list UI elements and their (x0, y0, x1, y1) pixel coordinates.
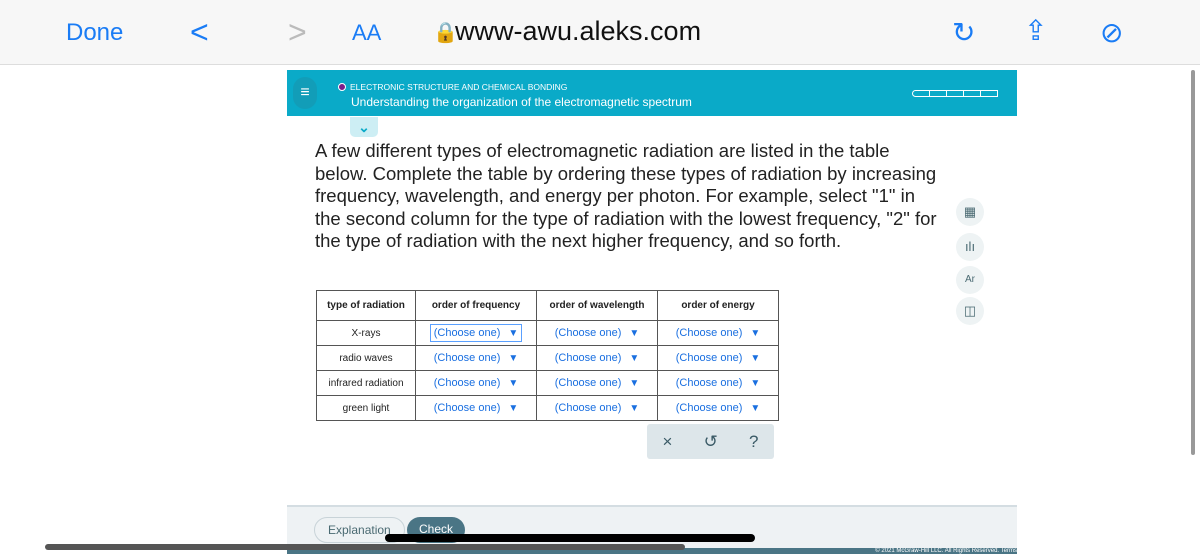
radiation-type: green light (316, 395, 416, 421)
chart-icon[interactable]: ılı (956, 233, 984, 261)
horizontal-scrollbar[interactable] (45, 544, 685, 550)
table-row: green light (Choose one) ▼ (Choose one) ▼ (Ch… (316, 395, 779, 421)
dropdown-arrow-icon: ▼ (629, 403, 640, 414)
dropdown-arrow-icon: ▼ (629, 378, 640, 389)
back-button[interactable]: < (190, 14, 209, 51)
select-value: (Choose one) (675, 377, 743, 389)
chevron-down-icon[interactable]: ⌄ (350, 117, 378, 137)
forward-button[interactable]: > (288, 14, 307, 51)
page-title: Understanding the organization of the el… (351, 95, 692, 109)
select-value: (Choose one) (675, 402, 743, 414)
topic-dot-icon (338, 83, 346, 91)
calculator-icon[interactable]: ▦ (956, 198, 984, 226)
table-row: radio waves (Choose one) ▼ (Choose one) ▼ (Ch… (316, 345, 779, 371)
dropdown-arrow-icon: ▼ (629, 353, 640, 364)
undo-button[interactable]: ↺ (704, 432, 718, 452)
dropdown-arrow-icon: ▼ (508, 328, 519, 339)
browser-toolbar: Done < > AA 🔒 www-awu.aleks.com ↻ ⇪ ⊘ (0, 0, 1200, 65)
energy-select[interactable]: (Choose one) ▼ (672, 374, 765, 392)
reload-icon[interactable]: ↻ (952, 16, 975, 49)
table-row: infrared radiation (Choose one) ▼ (Choose o… (316, 370, 779, 396)
select-value: (Choose one) (433, 402, 501, 414)
frequency-select[interactable]: (Choose one) ▼ (430, 399, 523, 417)
periodic-table-icon[interactable]: Ar (956, 266, 984, 294)
dropdown-arrow-icon: ▼ (629, 328, 640, 339)
topic-label: ELECTRONIC STRUCTURE AND CHEMICAL BONDIN… (338, 82, 567, 92)
wavelength-select[interactable]: (Choose one) ▼ (551, 399, 644, 417)
select-value: (Choose one) (433, 352, 501, 364)
dropdown-arrow-icon: ▼ (750, 353, 761, 364)
select-value: (Choose one) (675, 352, 743, 364)
table-row: X-rays (Choose one) ▼ (Choose one) ▼ (Choose … (316, 320, 779, 346)
answer-actions: × ↺ ? (647, 424, 774, 459)
book-icon[interactable]: ◫ (956, 297, 984, 325)
radiation-type: X-rays (316, 320, 416, 346)
dropdown-arrow-icon: ▼ (508, 353, 519, 364)
wavelength-select[interactable]: (Choose one) ▼ (551, 349, 644, 367)
col-header-wavelength: order of wavelength (536, 290, 658, 321)
topic-header: ≡ ELECTRONIC STRUCTURE AND CHEMICAL BOND… (287, 70, 1017, 116)
col-header-energy: order of energy (657, 290, 779, 321)
url-field[interactable]: www-awu.aleks.com (455, 16, 701, 47)
topic-text: ELECTRONIC STRUCTURE AND CHEMICAL BONDIN… (350, 82, 568, 92)
dropdown-arrow-icon: ▼ (508, 378, 519, 389)
radiation-table: type of radiation order of frequency ord… (316, 290, 779, 421)
select-value: (Choose one) (675, 327, 743, 339)
progress-bar (912, 90, 998, 97)
done-button[interactable]: Done (66, 19, 123, 47)
home-indicator (385, 534, 755, 542)
energy-select[interactable]: (Choose one) ▼ (672, 324, 765, 342)
select-value: (Choose one) (433, 377, 501, 389)
wavelength-select[interactable]: (Choose one) ▼ (551, 374, 644, 392)
radiation-type: infrared radiation (316, 370, 416, 396)
question-text: A few different types of electromagnetic… (315, 140, 937, 251)
clear-button[interactable]: × (663, 432, 673, 452)
compass-icon[interactable]: ⊘ (1100, 16, 1123, 49)
select-value: (Choose one) (554, 402, 622, 414)
frequency-select[interactable]: (Choose one) ▼ (429, 324, 523, 342)
dropdown-arrow-icon: ▼ (750, 378, 761, 389)
menu-icon[interactable]: ≡ (293, 77, 317, 109)
col-header-type: type of radiation (316, 290, 416, 321)
radiation-type: radio waves (316, 345, 416, 371)
text-size-button[interactable]: AA (352, 20, 381, 46)
frequency-select[interactable]: (Choose one) ▼ (430, 374, 523, 392)
share-icon[interactable]: ⇪ (1024, 14, 1047, 47)
energy-select[interactable]: (Choose one) ▼ (672, 349, 765, 367)
select-value: (Choose one) (554, 352, 622, 364)
help-button[interactable]: ? (749, 432, 758, 452)
select-value: (Choose one) (433, 327, 501, 339)
frequency-select[interactable]: (Choose one) ▼ (430, 349, 523, 367)
dropdown-arrow-icon: ▼ (750, 403, 761, 414)
dropdown-arrow-icon: ▼ (508, 403, 519, 414)
col-header-frequency: order of frequency (415, 290, 537, 321)
select-value: (Choose one) (554, 377, 622, 389)
vertical-scrollbar[interactable] (1191, 70, 1195, 455)
dropdown-arrow-icon: ▼ (750, 328, 761, 339)
wavelength-select[interactable]: (Choose one) ▼ (551, 324, 644, 342)
select-value: (Choose one) (554, 327, 622, 339)
energy-select[interactable]: (Choose one) ▼ (672, 399, 765, 417)
